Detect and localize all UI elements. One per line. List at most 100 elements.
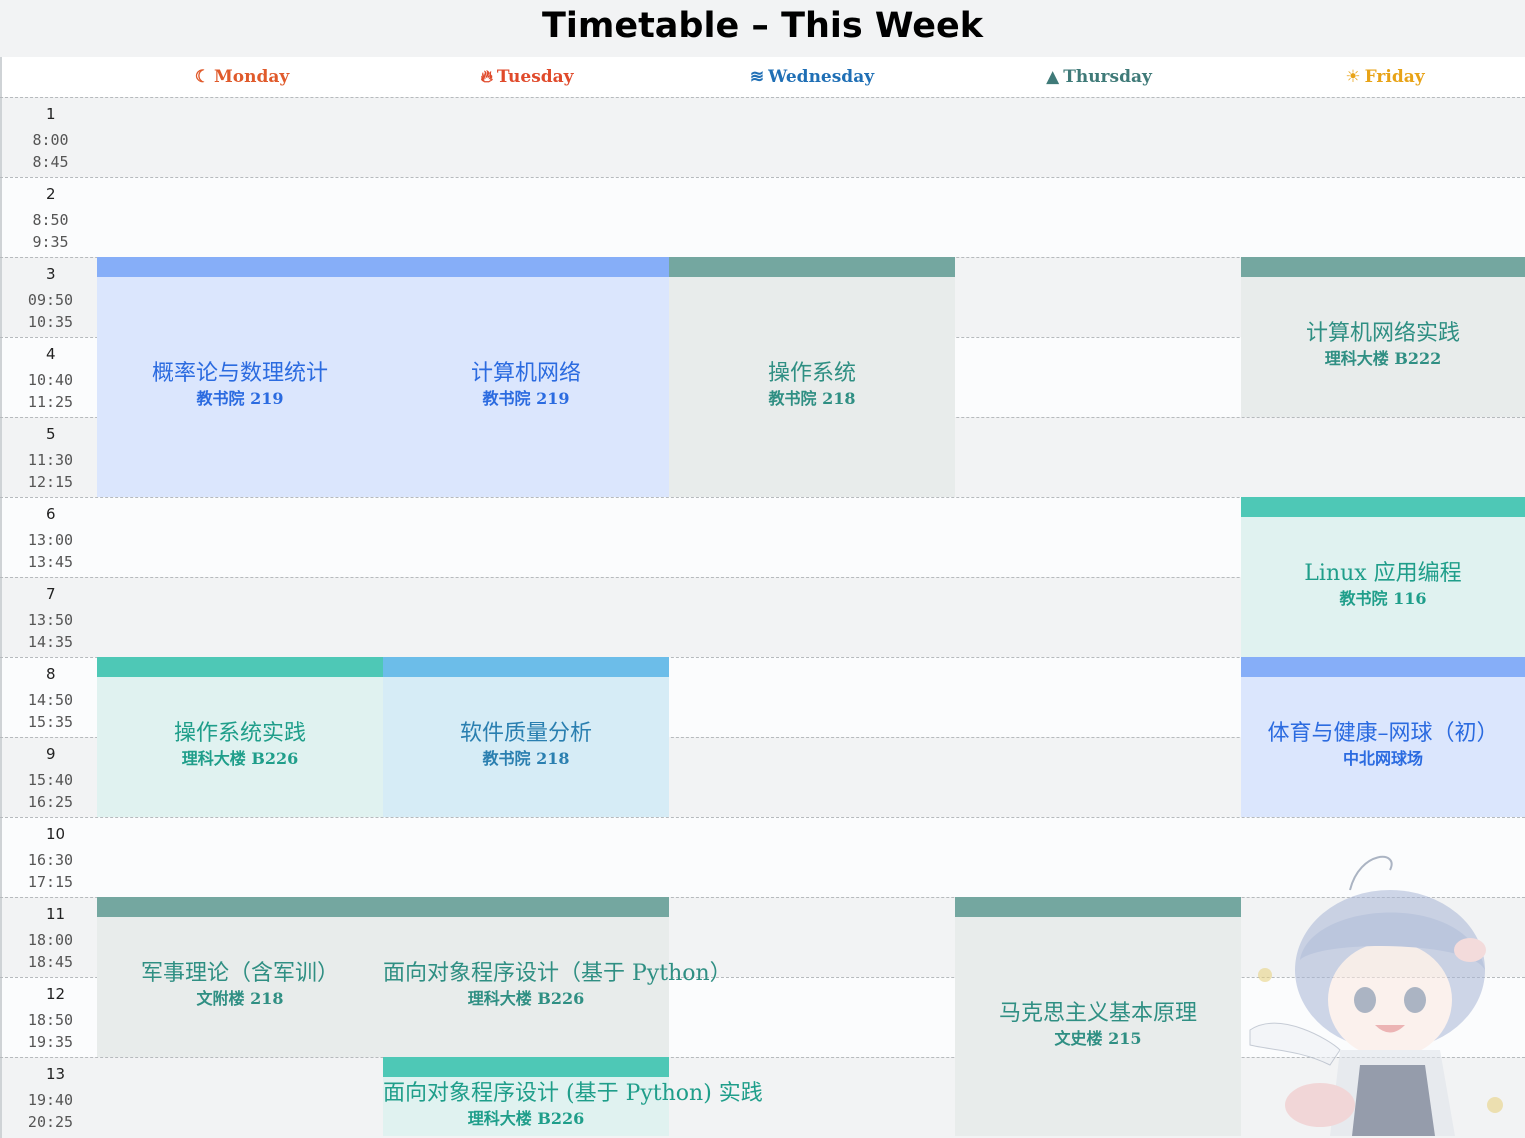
period-start-time: 13:50	[27, 611, 74, 629]
course-block[interactable]: 面向对象程序设计 (基于 Python) 实践 理科大楼 B226	[383, 1057, 763, 1136]
moon-icon: ☾	[194, 67, 210, 87]
course-color-bar	[669, 257, 955, 277]
period-number: 8	[46, 665, 56, 683]
period-label: 12 18:50 19:35	[0, 978, 97, 1058]
period-row: 1 8:00 8:45	[0, 97, 1525, 178]
period-end-time: 10:35	[27, 313, 74, 331]
course-room: 教书院 218	[768, 389, 856, 408]
day-header: ☾ Monday 🔥︎ Tuesday ≋ Wednesday ▲ Thursday ☀…	[0, 57, 1525, 97]
period-row: 2 8:50 9:35	[0, 177, 1525, 258]
period-end-time: 13:45	[27, 553, 74, 571]
course-name: 军事理论（含军训）	[140, 961, 339, 986]
period-number: 11	[46, 905, 66, 923]
period-end-time: 8:45	[32, 153, 69, 171]
period-end-time: 9:35	[32, 233, 69, 251]
period-number: 10	[46, 825, 66, 843]
course-color-bar	[383, 657, 669, 677]
course-room: 理科大楼 B226	[181, 749, 299, 768]
course-room: 教书院 218	[482, 749, 570, 768]
course-name: 操作系统实践	[173, 721, 306, 746]
period-label: 13 19:40 20:25	[0, 1058, 97, 1138]
course-room: 教书院 219	[196, 389, 284, 408]
course-room: 教书院 116	[1339, 589, 1427, 608]
course-name: 面向对象程序设计（基于 Python）	[383, 961, 732, 986]
course-color-bar	[955, 897, 1241, 917]
course-name: 概率论与数理统计	[151, 361, 328, 386]
course-name: 计算机网络	[470, 361, 581, 386]
period-number: 6	[46, 505, 56, 523]
period-start-time: 14:50	[27, 691, 74, 709]
tree-icon: ▲	[1046, 67, 1060, 87]
period-label: 8 14:50 15:35	[0, 658, 97, 738]
course-room: 理科大楼 B226	[467, 1108, 585, 1128]
course-block[interactable]: 操作系统实践理科大楼 B226	[97, 657, 383, 817]
period-number: 5	[46, 425, 56, 443]
course-block[interactable]: Linux 应用编程教书院 116	[1241, 497, 1525, 657]
course-block[interactable]: 软件质量分析 教书院 218	[383, 657, 669, 817]
period-label: 3 09:50 10:35	[0, 258, 97, 338]
period-start-time: 19:40	[27, 1091, 74, 1109]
course-color-bar	[97, 257, 383, 277]
period-label: 4 10:40 11:25	[0, 338, 97, 418]
sun-icon: ☀	[1345, 67, 1361, 87]
course-name: Linux 应用编程	[1304, 561, 1462, 586]
period-end-time: 12:15	[27, 473, 74, 491]
title-bar: Timetable – This Week	[0, 0, 1525, 57]
period-start-time: 8:50	[32, 211, 69, 229]
period-start-time: 16:30	[27, 851, 74, 869]
period-number: 3	[46, 265, 56, 283]
course-room: 理科大楼 B226	[467, 989, 585, 1008]
period-label: 11 18:00 18:45	[0, 898, 97, 978]
period-number: 4	[46, 345, 56, 363]
course-color-bar	[97, 897, 383, 917]
period-label: 6 13:00 13:45	[0, 498, 97, 578]
period-end-time: 17:15	[27, 873, 74, 891]
period-label: 9 15:40 16:25	[0, 738, 97, 818]
course-name: 体育与健康–网球（初）	[1267, 721, 1499, 746]
period-end-time: 18:45	[27, 953, 74, 971]
period-start-time: 10:40	[27, 371, 74, 389]
period-label: 7 13:50 14:35	[0, 578, 97, 658]
course-color-bar	[383, 257, 669, 277]
course-block[interactable]: 计算机网络 教书院 219	[383, 257, 669, 497]
day-thursday[interactable]: ▲ Thursday	[999, 67, 1199, 87]
course-room: 中北网球场	[1342, 749, 1423, 768]
period-label: 2 8:50 9:35	[0, 178, 97, 258]
period-end-time: 20:25	[27, 1113, 74, 1131]
period-label: 10 16:30 17:15	[0, 818, 97, 898]
course-name: 马克思主义基本原理	[998, 1000, 1197, 1026]
day-wednesday[interactable]: ≋ Wednesday	[712, 67, 912, 87]
course-block[interactable]: 军事理论（含军训） 文附楼 218	[97, 897, 383, 1057]
period-number: 1	[46, 105, 56, 123]
period-number: 12	[46, 985, 66, 1003]
course-color-bar	[97, 657, 383, 677]
day-monday[interactable]: ☾ Monday	[142, 67, 342, 87]
period-start-time: 15:40	[27, 771, 74, 789]
period-start-time: 09:50	[27, 291, 74, 309]
period-start-time: 18:50	[27, 1011, 74, 1029]
period-end-time: 11:25	[27, 393, 74, 411]
course-block[interactable]: 马克思主义基本原理 文史楼 215	[955, 897, 1241, 1136]
course-block[interactable]: 操作系统教书院 218	[669, 257, 955, 497]
period-end-time: 14:35	[27, 633, 74, 651]
period-end-time: 16:25	[27, 793, 74, 811]
period-number: 13	[46, 1065, 66, 1083]
period-end-time: 19:35	[27, 1033, 74, 1051]
course-name: 操作系统	[767, 361, 856, 386]
course-block[interactable]: 面向对象程序设计（基于 Python） 理科大楼 B226	[383, 897, 732, 1057]
course-block[interactable]: 概率论与数理统计教书院 219	[97, 257, 383, 497]
day-friday[interactable]: ☀ Friday	[1285, 67, 1485, 87]
course-name: 面向对象程序设计 (基于 Python) 实践	[383, 1080, 763, 1106]
course-room: 文史楼 215	[1054, 1028, 1142, 1048]
course-color-bar	[1241, 257, 1525, 277]
flame-icon: 🔥︎	[480, 67, 493, 87]
course-block[interactable]: 体育与健康–网球（初） 中北网球场	[1241, 657, 1525, 817]
course-block[interactable]: 计算机网络实践 理科大楼 B222	[1241, 257, 1525, 417]
page-title: Timetable – This Week	[541, 6, 983, 46]
period-start-time: 18:00	[27, 931, 74, 949]
period-end-time: 15:35	[27, 713, 74, 731]
period-label: 1 8:00 8:45	[0, 98, 97, 178]
period-label: 5 11:30 12:15	[0, 418, 97, 498]
day-tuesday[interactable]: 🔥︎ Tuesday	[427, 67, 627, 87]
period-start-time: 11:30	[27, 451, 74, 469]
